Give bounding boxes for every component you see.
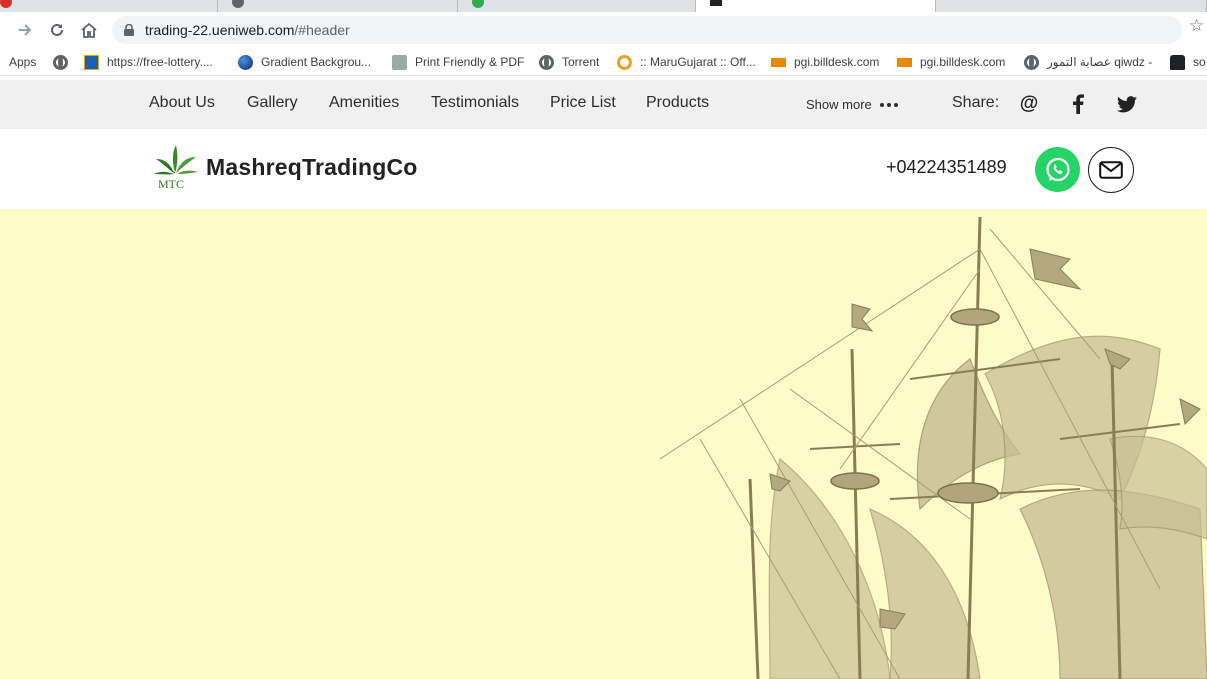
- browser-toolbar: trading-22.ueniweb.com/#header ☆: [0, 12, 1207, 48]
- browser-tab[interactable]: [936, 0, 1207, 12]
- car-favicon-icon: [1170, 54, 1185, 70]
- share-label: Share:: [952, 94, 1000, 111]
- reload-icon: [51, 23, 63, 36]
- gradient-favicon-icon: [238, 54, 253, 70]
- facebook-share-icon[interactable]: [1067, 93, 1089, 115]
- bookmark-marugujarat[interactable]: :: MaruGujarat :: Off...: [617, 54, 756, 70]
- arrow-right-icon: [19, 24, 32, 36]
- show-more-label: Show more: [806, 97, 872, 112]
- bookmark-star-icon[interactable]: ☆: [1189, 16, 1207, 36]
- bookmark-qiwdz[interactable]: عصابة التمور qiwdz -: [1024, 54, 1152, 70]
- bookmark-label: Torrent: [562, 55, 600, 69]
- browser-tab[interactable]: [458, 0, 696, 12]
- tab-favicon-icon: [472, 0, 484, 8]
- show-more-button[interactable]: Show more: [806, 97, 898, 112]
- nav-link-price-list[interactable]: Price List: [550, 94, 616, 112]
- bookmark-label: pgi.billdesk.com: [920, 55, 1006, 69]
- bookmark-print-friendly[interactable]: Print Friendly & PDF: [392, 54, 524, 70]
- printer-favicon-icon: [392, 54, 407, 70]
- facebook-icon: [1073, 94, 1084, 114]
- twitter-icon: [1117, 95, 1137, 112]
- reload-button[interactable]: [45, 18, 69, 42]
- bookmark-label: Print Friendly & PDF: [415, 55, 525, 69]
- site-nav: About Us Gallery Amenities Testimonials …: [0, 80, 1207, 129]
- bookmark-label: Apps: [9, 55, 37, 69]
- address-bar[interactable]: trading-22.ueniweb.com/#header: [112, 16, 1182, 44]
- lottery-favicon-icon: [84, 54, 99, 70]
- more-dots-icon: [879, 102, 898, 107]
- browser-tab-strip: [0, 0, 1207, 12]
- bookmark-label: :: MaruGujarat :: Off...: [640, 55, 756, 69]
- bookmark-billdesk-1[interactable]: pgi.billdesk.com: [771, 54, 879, 70]
- nav-link-gallery[interactable]: Gallery: [247, 94, 298, 112]
- home-button[interactable]: [77, 18, 101, 42]
- lock-icon: [124, 24, 134, 36]
- browser-tab[interactable]: [0, 0, 218, 12]
- bookmark-label: عصابة التمور qiwdz -: [1047, 55, 1153, 69]
- brand-logo[interactable]: MTC: [152, 143, 200, 193]
- url-path: /#header: [294, 22, 350, 38]
- bookmark-label: Gradient Backgrou...: [261, 55, 372, 69]
- email-button[interactable]: [1088, 147, 1134, 193]
- sailing-ship-image: [659, 216, 1207, 679]
- tab-favicon-icon: [0, 0, 12, 8]
- bookmark-billdesk-2[interactable]: pgi.billdesk.com: [897, 54, 1005, 70]
- bookmark-gradient[interactable]: Gradient Backgrou...: [238, 54, 371, 70]
- tab-favicon-icon: [710, 0, 722, 6]
- forward-button[interactable]: [13, 18, 37, 42]
- email-share-icon[interactable]: @: [1018, 93, 1040, 115]
- bookmark-free-lottery[interactable]: https://free-lottery....: [84, 54, 213, 70]
- nav-link-amenities[interactable]: Amenities: [329, 94, 399, 112]
- browser-tab-active[interactable]: [696, 0, 936, 12]
- nav-link-products[interactable]: Products: [646, 94, 709, 112]
- mail-icon: [1099, 161, 1123, 179]
- nav-link-testimonials[interactable]: Testimonials: [431, 94, 519, 112]
- bookmark-globe[interactable]: [53, 54, 76, 70]
- globe-icon: [539, 54, 554, 70]
- brand-name[interactable]: MashreqTradingCo: [206, 154, 418, 181]
- phone-number[interactable]: +04224351489: [886, 157, 1007, 178]
- whatsapp-button[interactable]: [1035, 147, 1080, 192]
- home-icon: [81, 22, 97, 38]
- whatsapp-icon: [1045, 157, 1070, 181]
- bookmark-torrent[interactable]: Torrent: [539, 54, 599, 70]
- url-text: trading-22.ueniweb.com/#header: [145, 22, 350, 38]
- site-header: MTC MashreqTradingCo +04224351489: [0, 129, 1207, 209]
- url-host: trading-22.ueniweb.com: [145, 22, 295, 38]
- billdesk-favicon-icon: [897, 57, 912, 67]
- globe-icon: [1024, 54, 1039, 70]
- bookmark-label: pgi.billdesk.com: [794, 55, 880, 69]
- twitter-share-icon[interactable]: [1116, 93, 1138, 115]
- logo-text: MTC: [158, 177, 185, 191]
- bookmark-apps[interactable]: Apps: [9, 54, 36, 70]
- bookmarks-bar: Apps https://free-lottery.... Gradient B…: [0, 48, 1207, 76]
- hero-section: [0, 209, 1207, 679]
- marugujarat-favicon-icon: [617, 54, 632, 70]
- globe-icon: [53, 54, 68, 70]
- bookmark-label: https://free-lottery....: [107, 55, 213, 69]
- browser-tab[interactable]: [218, 0, 458, 12]
- bookmark-so[interactable]: so: [1170, 54, 1206, 70]
- tab-favicon-icon: [232, 0, 244, 8]
- nav-link-about-us[interactable]: About Us: [149, 94, 215, 112]
- bookmark-label: so: [1193, 55, 1206, 69]
- billdesk-favicon-icon: [771, 57, 786, 67]
